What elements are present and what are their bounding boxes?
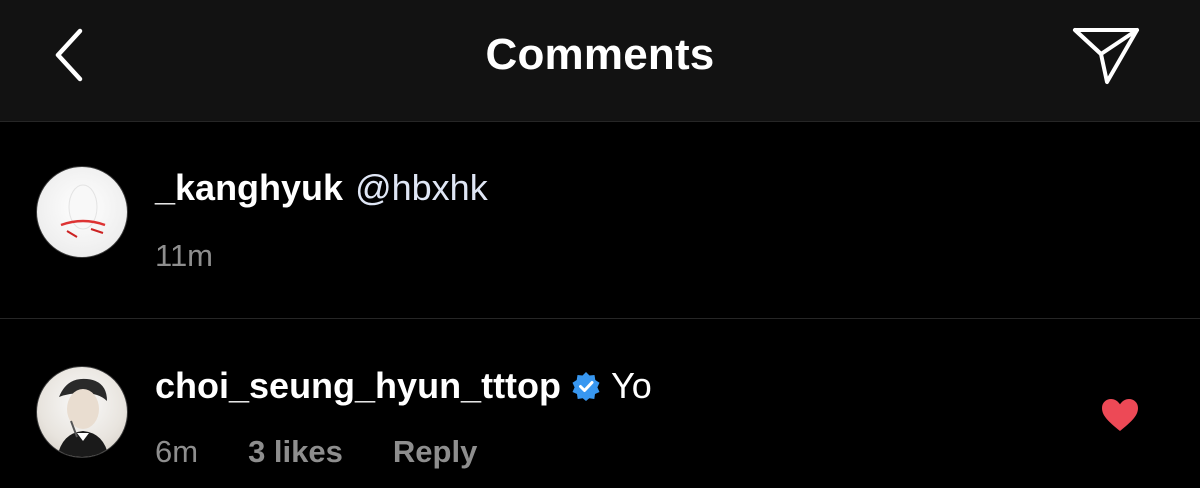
avatar-image xyxy=(60,184,106,238)
comment-text: Yo xyxy=(611,365,652,406)
avatar-image xyxy=(57,378,109,457)
comment-timestamp: 6m xyxy=(155,434,199,469)
avatar[interactable] xyxy=(36,166,128,258)
reply-button[interactable]: Reply xyxy=(393,432,477,472)
like-button[interactable] xyxy=(1098,395,1142,435)
comment-meta: 6m 3 likes Reply xyxy=(155,432,527,472)
paper-plane-icon xyxy=(1073,28,1139,84)
avatar[interactable] xyxy=(36,366,128,458)
comment-timestamp: 11m xyxy=(155,238,214,273)
top-bar: Comments xyxy=(0,0,1200,122)
comments-screen: Comments _kanghyuk @hbxhk 11m choi_seung… xyxy=(0,0,1200,488)
page-title: Comments xyxy=(485,30,715,79)
verified-badge-icon xyxy=(572,372,600,401)
comment-row: choi_seung_hyun_tttop Yo 6m 3 likes Repl… xyxy=(0,319,1200,488)
comment-username[interactable]: choi_seung_hyun_tttop xyxy=(155,364,561,408)
likes-count-link[interactable]: 3 likes xyxy=(248,432,343,472)
comment-username[interactable]: _kanghyuk xyxy=(155,166,343,210)
share-button[interactable] xyxy=(1066,20,1146,90)
comment-meta: 11m xyxy=(155,236,263,276)
comment-body: choi_seung_hyun_tttop Yo xyxy=(155,364,652,408)
comment-mention[interactable]: @hbxhk xyxy=(355,166,488,210)
heart-icon xyxy=(1102,399,1138,431)
comment-body: _kanghyuk @hbxhk xyxy=(155,166,488,210)
comment-row: _kanghyuk @hbxhk 11m xyxy=(0,122,1200,318)
